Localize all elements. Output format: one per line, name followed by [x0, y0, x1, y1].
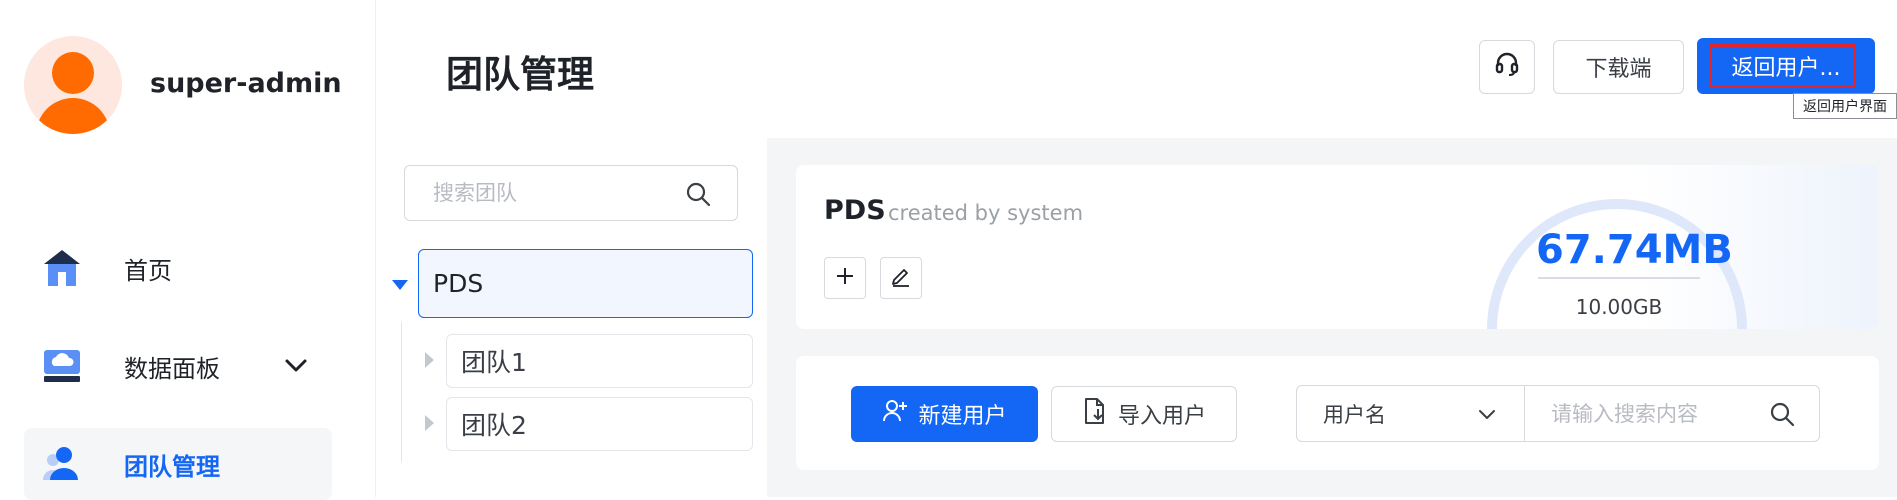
gauge-divider — [1538, 277, 1700, 279]
back-to-user-button[interactable]: 返回用户... — [1697, 38, 1875, 94]
tree-node-child[interactable]: 团队1 — [446, 334, 753, 388]
search-icon[interactable] — [1769, 401, 1795, 427]
user-actions-card: 新建用户 导入用户 用户名 — [796, 356, 1879, 470]
sidebar: super-admin 首页 数据面板 团队管理 — [0, 0, 376, 500]
collapsed-caret-icon[interactable] — [425, 352, 434, 368]
data-panel-icon — [42, 346, 82, 386]
tree-connector-line — [401, 322, 402, 462]
import-users-label: 导入用户 — [1117, 404, 1206, 429]
import-users-button[interactable]: 导入用户 — [1051, 386, 1237, 442]
download-client-button[interactable]: 下载端 — [1553, 40, 1684, 94]
new-user-label: 新建用户 — [918, 404, 1007, 429]
add-user-icon — [882, 398, 918, 430]
new-user-button[interactable]: 新建用户 — [851, 386, 1038, 442]
collapsed-caret-icon[interactable] — [425, 415, 434, 431]
team-icon — [42, 444, 82, 484]
user-search-input[interactable] — [1549, 399, 1769, 429]
user-search-box[interactable] — [1524, 385, 1820, 442]
tree-node-child[interactable]: 团队2 — [446, 397, 753, 451]
page-title: 团队管理 — [446, 53, 594, 96]
sidebar-item-home[interactable]: 首页 — [24, 232, 332, 304]
plus-icon — [835, 266, 855, 290]
sidebar-item-label: 数据面板 — [124, 354, 220, 383]
avatar[interactable] — [24, 36, 122, 134]
add-subteam-button[interactable] — [824, 257, 866, 299]
expand-caret-icon[interactable] — [392, 280, 408, 290]
team-name: PDS — [824, 195, 886, 226]
chevron-down-icon[interactable] — [282, 352, 310, 380]
sidebar-item-team-management[interactable]: 团队管理 — [24, 428, 332, 500]
edit-team-button[interactable] — [880, 257, 922, 299]
sidebar-item-label: 团队管理 — [124, 452, 220, 481]
import-file-icon — [1082, 397, 1118, 431]
headset-icon — [1494, 51, 1520, 83]
back-to-user-tooltip: 返回用户界面 — [1793, 93, 1897, 119]
storage-total: 10.00GB — [1575, 295, 1663, 319]
chevron-down-icon — [1476, 403, 1498, 425]
team-info-card: PDS created by system 67.74MB 10.00GB — [796, 165, 1879, 329]
home-icon — [42, 248, 82, 288]
tree-node-root[interactable]: PDS — [418, 249, 753, 318]
back-to-user-label: 返回用户... — [1731, 56, 1841, 81]
storage-used: 67.74MB — [1536, 227, 1733, 273]
edit-icon — [890, 265, 912, 291]
search-field-value: 用户名 — [1323, 402, 1386, 427]
username: super-admin — [150, 68, 342, 99]
avatar-body — [36, 98, 110, 134]
search-icon[interactable] — [685, 181, 711, 207]
team-search-input[interactable] — [431, 178, 681, 208]
search-field-select[interactable]: 用户名 — [1296, 385, 1525, 442]
support-button[interactable] — [1479, 40, 1535, 94]
team-created-by: created by system — [888, 201, 1084, 225]
sidebar-item-data-panel[interactable]: 数据面板 — [24, 330, 332, 402]
sidebar-item-label: 首页 — [124, 256, 172, 285]
team-search-box[interactable] — [404, 165, 738, 221]
avatar-head — [52, 52, 94, 94]
